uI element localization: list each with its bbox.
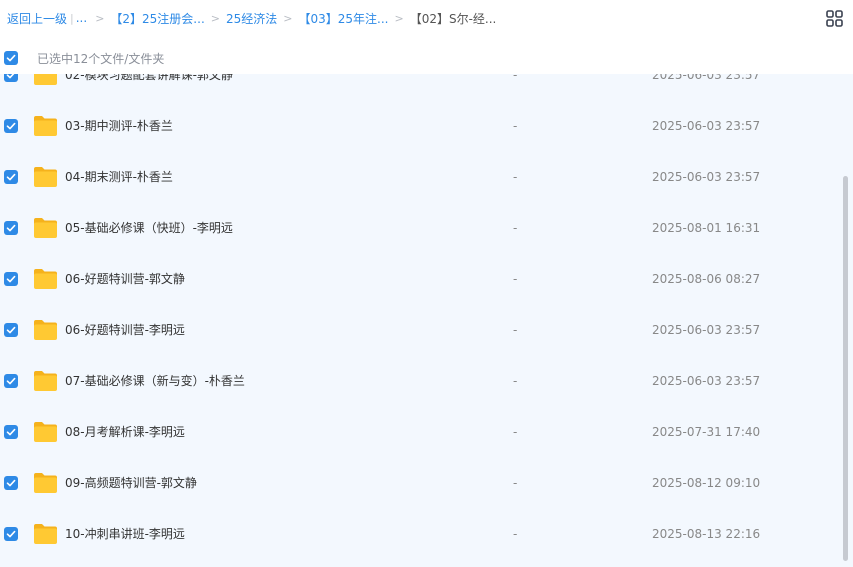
file-name[interactable]: 03-期中测评-朴香兰 [65, 117, 173, 134]
file-name[interactable]: 06-好题特训营-李明远 [65, 321, 185, 338]
file-name[interactable]: 04-期末测评-朴香兰 [65, 168, 173, 185]
file-size: - [513, 373, 518, 388]
file-date: 2025-06-03 23:57 [652, 169, 761, 184]
file-name[interactable]: 08-月考解析课-李明远 [65, 423, 185, 440]
file-list: 02-模块习题配套讲解课-郭文静 - 2025-06-03 23:57 03-期… [0, 74, 853, 567]
row-checkbox[interactable] [4, 220, 18, 235]
grid-view-icon[interactable] [826, 10, 843, 27]
file-row[interactable]: 07-基础必修课（新与变）-朴香兰 - 2025-06-03 23:57 [0, 355, 838, 406]
file-name[interactable]: 05-基础必修课（快班）-李明远 [65, 219, 233, 236]
file-size: - [513, 74, 518, 82]
file-row[interactable]: 02-模块习题配套讲解课-郭文静 - 2025-06-03 23:57 [0, 74, 838, 100]
folder-icon [34, 217, 57, 238]
row-checkbox[interactable] [4, 526, 18, 541]
file-size: - [513, 118, 518, 133]
folder-icon [34, 421, 57, 442]
file-date: 2025-08-01 16:31 [652, 220, 761, 235]
file-row[interactable]: 06-好题特训营-郭文静 - 2025-08-06 08:27 [0, 253, 838, 304]
folder-icon [34, 523, 57, 544]
row-checkbox[interactable] [4, 74, 18, 82]
breadcrumb-separator: > [394, 11, 404, 25]
file-name[interactable]: 02-模块习题配套讲解课-郭文静 [65, 74, 233, 83]
file-name[interactable]: 10-冲刺串讲班-李明远 [65, 525, 185, 542]
file-date: 2025-08-12 09:10 [652, 475, 761, 490]
row-checkbox[interactable] [4, 475, 18, 490]
file-row[interactable]: 03-期中测评-朴香兰 - 2025-06-03 23:57 [0, 100, 838, 151]
breadcrumb-item-2[interactable]: 25经济法 [226, 10, 277, 27]
file-date: 2025-06-03 23:57 [652, 74, 761, 82]
select-all-checkbox[interactable] [4, 51, 18, 65]
file-row[interactable]: 04-期末测评-朴香兰 - 2025-06-03 23:57 [0, 151, 838, 202]
file-row[interactable]: 10-冲刺串讲班-李明远 - 2025-08-13 22:16 [0, 508, 838, 559]
file-row[interactable]: 08-月考解析课-李明远 - 2025-07-31 17:40 [0, 406, 838, 457]
row-checkbox[interactable] [4, 424, 18, 439]
row-checkbox[interactable] [4, 271, 18, 286]
breadcrumb-item-3[interactable]: 【03】25年注... [298, 10, 388, 27]
file-date: 2025-08-06 08:27 [652, 271, 761, 286]
file-size: - [513, 169, 518, 184]
file-name[interactable]: 09-高频题特训营-郭文静 [65, 474, 197, 491]
folder-icon [34, 74, 57, 85]
breadcrumb-item-1[interactable]: 【2】25注册会... [110, 10, 204, 27]
row-checkbox[interactable] [4, 169, 18, 184]
file-date: 2025-08-13 22:16 [652, 526, 761, 541]
breadcrumb-bar-separator: | [70, 11, 74, 25]
breadcrumb-separator: > [95, 11, 105, 25]
breadcrumb-ellipsis[interactable]: ... [76, 11, 87, 25]
file-date: 2025-06-03 23:57 [652, 373, 761, 388]
file-size: - [513, 220, 518, 235]
row-checkbox[interactable] [4, 373, 18, 388]
file-date: 2025-07-31 17:40 [652, 424, 761, 439]
folder-icon [34, 268, 57, 289]
file-row[interactable]: 06-好题特训营-李明远 - 2025-06-03 23:57 [0, 304, 838, 355]
file-size: - [513, 526, 518, 541]
folder-icon [34, 115, 57, 136]
file-date: 2025-06-03 23:57 [652, 322, 761, 337]
row-checkbox[interactable] [4, 322, 18, 337]
scrollbar-thumb[interactable] [843, 176, 848, 561]
file-row[interactable]: 09-高频题特训营-郭文静 - 2025-08-12 09:10 [0, 457, 838, 508]
breadcrumb: 返回上一级 | ... > 【2】25注册会... > 25经济法 > 【03】… [0, 0, 853, 36]
row-checkbox[interactable] [4, 118, 18, 133]
file-size: - [513, 475, 518, 490]
back-link[interactable]: 返回上一级 [7, 10, 67, 27]
file-date: 2025-06-03 23:57 [652, 118, 761, 133]
folder-icon [34, 472, 57, 493]
folder-icon [34, 370, 57, 391]
folder-icon [34, 166, 57, 187]
file-name[interactable]: 07-基础必修课（新与变）-朴香兰 [65, 372, 245, 389]
file-size: - [513, 271, 518, 286]
file-row[interactable]: 05-基础必修课（快班）-李明远 - 2025-08-01 16:31 [0, 202, 838, 253]
file-name[interactable]: 06-好题特训营-郭文静 [65, 270, 185, 287]
file-size: - [513, 322, 518, 337]
breadcrumb-current: 【02】S尔-经... [409, 11, 497, 26]
file-size: - [513, 424, 518, 439]
selection-bar: 已选中12个文件/文件夹 [0, 44, 853, 72]
folder-icon [34, 319, 57, 340]
breadcrumb-separator: > [210, 11, 220, 25]
breadcrumb-separator: > [283, 11, 293, 25]
selection-count-text: 已选中12个文件/文件夹 [37, 51, 165, 66]
